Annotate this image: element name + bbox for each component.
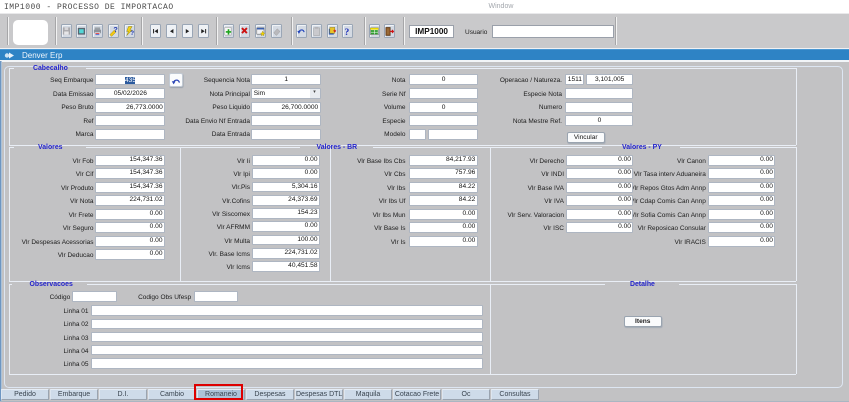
svg-text:*: * <box>333 27 336 36</box>
svg-text:?: ? <box>345 27 350 37</box>
svg-text:?: ? <box>130 30 134 37</box>
svg-text:?: ? <box>113 25 117 34</box>
